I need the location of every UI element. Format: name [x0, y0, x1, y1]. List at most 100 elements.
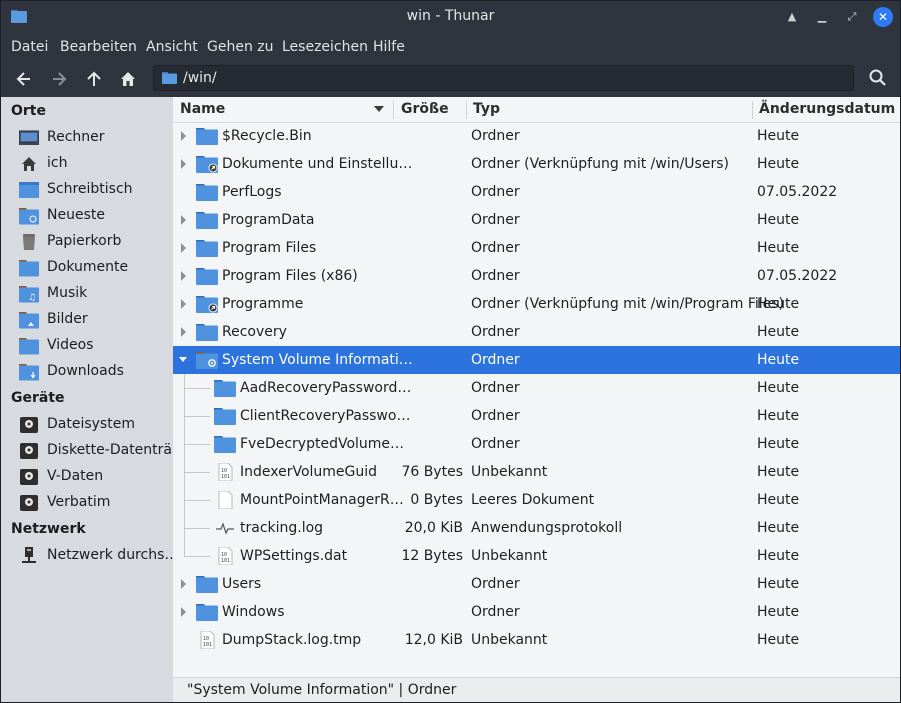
column-separator[interactable] [752, 101, 753, 119]
menu-datei[interactable]: Datei [11, 39, 48, 55]
folder-row[interactable]: $Recycle.Bin Ordner Heute [173, 122, 900, 150]
column-header-row: Name Größe Typ Änderungsdatum [173, 97, 900, 123]
sidebar-item[interactable]: Downloads [19, 360, 173, 384]
file-date: Heute [757, 352, 800, 368]
folder-icon [196, 239, 218, 257]
forward-arrow-icon[interactable] [47, 67, 71, 91]
folder-row[interactable]: ProgramData Ordner Heute [173, 206, 900, 234]
sidebar-item[interactable]: Schreibtisch [19, 178, 173, 202]
minimize-button[interactable]: ▁ [814, 9, 830, 25]
folder-row[interactable]: Recovery Ordner Heute [173, 318, 900, 346]
file-name: MountPointManagerR… [240, 492, 404, 508]
expander-collapsed-icon[interactable] [179, 131, 187, 141]
folder-row[interactable]: FveDecryptedVolume… Ordner Heute [173, 430, 900, 458]
column-separator[interactable] [393, 101, 394, 119]
sidebar-item[interactable]: Rechner [18, 126, 173, 150]
sidebar-item[interactable]: Diskette-Datenträ… [19, 439, 186, 463]
sidebar-item-label: Downloads [47, 363, 124, 379]
file-row[interactable]: MountPointManagerR… 0 Bytes Leeres Dokumen… [173, 486, 900, 514]
column-type-header[interactable]: Typ [473, 101, 500, 117]
folder-row[interactable]: AadRecoveryPassword… Ordner Heute [173, 374, 900, 402]
location-bar[interactable]: /win/ [153, 65, 854, 91]
expander-collapsed-icon[interactable] [179, 271, 187, 281]
expander-collapsed-icon[interactable] [179, 579, 187, 589]
location-path[interactable]: /win/ [183, 70, 217, 86]
titlebar[interactable]: win - Thunar ▲ ▁ ⤢ ✕ [1, 1, 900, 33]
pictures-folder-icon [19, 311, 39, 329]
folder-link-icon [196, 155, 218, 173]
svg-text:101: 101 [203, 642, 212, 648]
sidebar-item[interactable]: Verbatim [19, 491, 173, 515]
folder-row[interactable]: Users Ordner Heute [173, 570, 900, 598]
folder-row[interactable]: Dokumente und Einstellu… Ordner (Verknüpf… [173, 150, 900, 178]
column-separator[interactable] [466, 101, 467, 119]
sidebar-item[interactable]: Dateisystem [19, 413, 173, 437]
folder-row[interactable]: PerfLogs Ordner 07.05.2022 [173, 178, 900, 206]
sidebar-item-label: Papierkorb [47, 233, 122, 249]
file-date: Heute [757, 296, 800, 312]
file-row[interactable]: tracking.log 20,0 KiB Anwendungsprotokoll H… [173, 514, 900, 542]
sidebar-item[interactable]: Videos [19, 334, 173, 358]
menu-lesezeichen[interactable]: Lesezeichen [282, 39, 368, 55]
folder-row[interactable]: System Volume Informati… Ordner Heute [173, 346, 900, 374]
svg-text:101: 101 [221, 558, 230, 564]
back-arrow-icon[interactable] [12, 67, 36, 91]
binary-file-icon: 10 101 [214, 462, 236, 482]
column-date-header[interactable]: Änderungsdatum [759, 101, 895, 117]
search-icon[interactable] [867, 67, 889, 89]
folder-icon [214, 379, 236, 397]
sidebar-item[interactable]: Papierkorb [19, 230, 173, 254]
sidebar-section-header: Netzwerk [11, 521, 86, 537]
expander-collapsed-icon[interactable] [179, 299, 187, 309]
sort-descending-icon[interactable] [374, 106, 384, 113]
shade-button[interactable]: ▲ [784, 9, 800, 25]
menu-bearbeiten[interactable]: Bearbeiten [60, 39, 137, 55]
file-row[interactable]: 10 101 IndexerVolumeGuid 76 Bytes Unbekannt H… [173, 458, 900, 486]
file-name: Users [222, 576, 262, 592]
desktop-icon [19, 181, 39, 199]
expander-collapsed-icon[interactable] [179, 243, 187, 253]
file-date: 07.05.2022 [757, 184, 838, 200]
folder-row[interactable]: Windows Ordner Heute [173, 598, 900, 626]
file-size: 0 Bytes [410, 492, 463, 508]
file-row[interactable]: 10 101 DumpStack.log.tmp 12,0 KiB Unbekannt H… [173, 626, 900, 654]
expander-collapsed-icon[interactable] [179, 159, 187, 169]
sidebar-item[interactable]: Dokumente [19, 256, 173, 280]
folder-icon [196, 603, 218, 621]
documents-folder-icon [19, 259, 39, 277]
expander-expanded-icon[interactable] [179, 355, 187, 365]
file-size: 76 Bytes [401, 464, 463, 480]
file-type: Ordner [471, 268, 520, 284]
folder-icon [162, 72, 177, 84]
expander-collapsed-icon[interactable] [179, 215, 187, 225]
close-button[interactable]: ✕ [873, 7, 893, 27]
folder-row[interactable]: Program Files (x86) Ordner 07.05.2022 [173, 262, 900, 290]
sidebar-item[interactable]: Netzwerk durchs… [19, 544, 178, 568]
file-date: Heute [757, 240, 800, 256]
sidebar-item[interactable]: ♫ Musik [19, 282, 173, 306]
expander-collapsed-icon[interactable] [179, 607, 187, 617]
file-type: Ordner (Verknüpfung mit /win/Program Fil… [471, 296, 784, 312]
file-name: FveDecryptedVolume… [240, 436, 405, 452]
folder-icon [196, 183, 218, 201]
up-arrow-icon[interactable] [82, 67, 106, 91]
expander-collapsed-icon[interactable] [179, 327, 187, 337]
sidebar-item[interactable]: Neueste [19, 204, 173, 228]
menu-gehen-zu[interactable]: Gehen zu [207, 39, 274, 55]
column-name-header[interactable]: Name [180, 101, 225, 117]
folder-row[interactable]: Program Files Ordner Heute [173, 234, 900, 262]
folder-row[interactable]: ClientRecoveryPasswo… Ordner Heute [173, 402, 900, 430]
maximize-button[interactable]: ⤢ [844, 9, 860, 25]
folder-row[interactable]: Programme Ordner (Verknüpfung mit /win/Pr… [173, 290, 900, 318]
column-size-header[interactable]: Größe [401, 101, 449, 117]
sidebar-item[interactable]: V-Daten [19, 465, 173, 489]
home-icon[interactable] [116, 67, 140, 91]
file-row[interactable]: 10 101 WPSettings.dat 12 Bytes Unbekannt Heut… [173, 542, 900, 570]
menu-ansicht[interactable]: Ansicht [146, 39, 198, 55]
sidebar-item[interactable]: Bilder [19, 308, 173, 332]
file-date: Heute [757, 128, 800, 144]
file-name: PerfLogs [222, 184, 282, 200]
sidebar-item[interactable]: ich [19, 152, 173, 176]
menubar: Datei Bearbeiten Ansicht Gehen zu Leseze… [1, 33, 900, 61]
menu-hilfe[interactable]: Hilfe [373, 39, 405, 55]
